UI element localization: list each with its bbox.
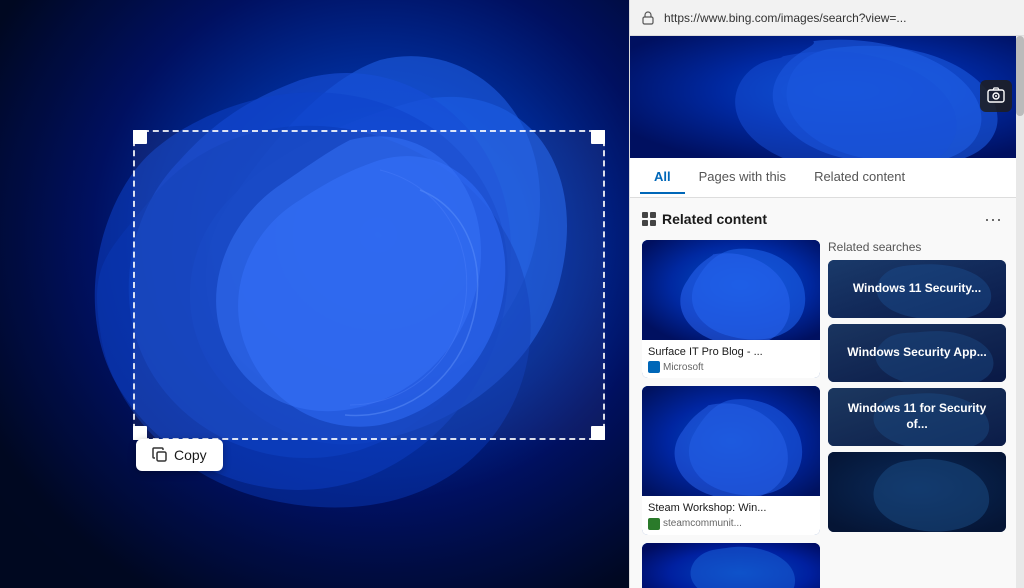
section-title: Related content (642, 211, 767, 227)
image-card-2-info: Steam Workshop: Win... steamcommunit... (642, 496, 820, 534)
lock-icon (640, 10, 656, 26)
tab-all[interactable]: All (640, 159, 685, 194)
image-card-2-title: Steam Workshop: Win... (648, 501, 814, 515)
image-card-2-thumbnail (642, 386, 820, 496)
content-area: Related content ··· (630, 198, 1024, 588)
address-bar: https://www.bing.com/images/search?view=… (630, 0, 1024, 36)
copy-button-label: Copy (174, 447, 207, 463)
search-suggestions-column: Related searches (828, 240, 1006, 588)
two-column-layout: Surface IT Pro Blog - ... Microsoft (642, 240, 1006, 588)
scroll-thumb[interactable] (1016, 36, 1024, 116)
selection-corner-tr (591, 130, 605, 144)
grid-icon (642, 212, 656, 226)
tabs-bar: All Pages with this Related content (630, 156, 1024, 198)
section-header: Related content ··· (642, 208, 1006, 230)
more-options-button[interactable]: ··· (980, 208, 1006, 230)
image-card-2-source: steamcommunit... (648, 518, 814, 530)
suggestion-chip-1[interactable]: Windows 11 Security... (828, 260, 1006, 318)
image-card-1-source: Microsoft (648, 361, 814, 373)
suggestion-chip-3-label: Windows 11 for Security of... (828, 388, 1006, 446)
selection-rectangle (133, 130, 605, 440)
suggestion-chip-2-label: Windows Security App... (828, 324, 1006, 382)
top-image-strip (630, 36, 1024, 156)
image-card-1-info: Surface IT Pro Blog - ... Microsoft (642, 340, 820, 378)
suggestion-chip-1-label: Windows 11 Security... (828, 260, 1006, 318)
tab-related-content[interactable]: Related content (800, 159, 919, 194)
copy-icon (152, 447, 168, 463)
source-favicon-steam (648, 518, 660, 530)
suggestion-chip-3[interactable]: Windows 11 for Security of... (828, 388, 1006, 446)
browser-sidebar: https://www.bing.com/images/search?view=… (629, 0, 1024, 588)
image-card-2-source-text: steamcommunit... (663, 518, 742, 529)
image-card-1-source-text: Microsoft (663, 362, 704, 373)
wallpaper-background: Copy (0, 0, 630, 588)
suggestion-chip-4[interactable] (828, 452, 1006, 532)
image-card-2[interactable]: Steam Workshop: Win... steamcommunit... (642, 386, 820, 534)
image-card-3-thumbnail (642, 543, 820, 588)
related-searches-label: Related searches (828, 240, 1006, 254)
image-card-3[interactable]: Windows 11 Wallpaper... dribbble.com (642, 543, 820, 588)
source-favicon-microsoft (648, 361, 660, 373)
image-card-1-title: Surface IT Pro Blog - ... (648, 345, 814, 359)
image-card-1[interactable]: Surface IT Pro Blog - ... Microsoft (642, 240, 820, 378)
tab-pages-with-this[interactable]: Pages with this (685, 159, 800, 194)
screenshot-button[interactable] (980, 80, 1012, 112)
selection-corner-tl (133, 130, 147, 144)
copy-button[interactable]: Copy (136, 439, 223, 471)
image-cards-column: Surface IT Pro Blog - ... Microsoft (642, 240, 820, 588)
screenshot-icon (987, 87, 1005, 105)
image-card-1-thumbnail (642, 240, 820, 340)
selection-corner-br (591, 426, 605, 440)
address-text[interactable]: https://www.bing.com/images/search?view=… (664, 11, 1014, 25)
scrollbar[interactable] (1016, 36, 1024, 588)
suggestion-chip-2[interactable]: Windows Security App... (828, 324, 1006, 382)
selection-corner-bl (133, 426, 147, 440)
